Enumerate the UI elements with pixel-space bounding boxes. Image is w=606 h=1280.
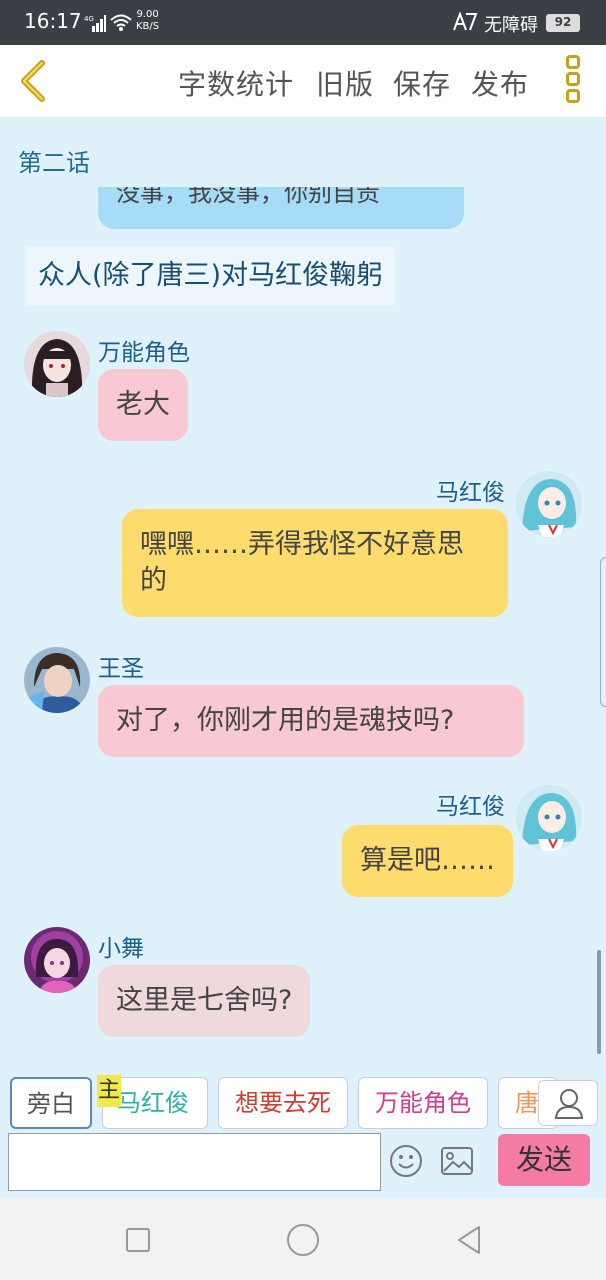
message-bubble[interactable]: 算是吧…… (342, 825, 513, 897)
avatar[interactable] (516, 471, 582, 537)
word-count-button[interactable]: 字数统计 (178, 63, 294, 103)
chevron-left-icon (21, 60, 45, 102)
image-icon[interactable] (440, 1145, 474, 1177)
recent-apps-icon[interactable] (126, 1228, 150, 1252)
message-bubble[interactable]: 老大 (98, 369, 188, 441)
speaker-name: 小舞 (98, 936, 144, 962)
wifi-icon (110, 14, 132, 37)
chip-label: 想要去死 (235, 1089, 331, 1117)
message-bubble[interactable]: 嘿嘿……弄得我怪不好意思的 (122, 509, 508, 617)
avatar-image (516, 471, 582, 537)
person-icon (554, 1089, 584, 1119)
character-chip-narration[interactable]: 旁白 (10, 1077, 92, 1129)
speaker-name: 马红俊 (436, 794, 505, 820)
chip-label: 万能角色 (375, 1089, 471, 1117)
manage-characters-button[interactable] (538, 1080, 598, 1126)
speed-unit: KB/S (136, 21, 160, 32)
back-button[interactable] (14, 57, 54, 105)
network-type-label: 4G (84, 15, 94, 23)
character-selector-bar: 旁白 马红俊 想要去死 万能角色 唐 (0, 1057, 606, 1133)
message-text: 没事，我没事，你别自责 (116, 187, 380, 207)
speaker-name: 王圣 (98, 656, 144, 682)
message-bubble[interactable]: 对了，你刚才用的是魂技吗? (98, 685, 524, 757)
avatar[interactable] (24, 647, 90, 713)
avatar-image (24, 647, 90, 713)
send-button[interactable]: 发送 (498, 1134, 590, 1186)
chat-scrollbar[interactable] (597, 950, 601, 1054)
chapter-title: 第二话 (18, 149, 90, 177)
back-triangle-icon[interactable] (455, 1224, 483, 1256)
save-button[interactable]: 保存 (393, 63, 451, 103)
more-dot-icon (566, 89, 580, 103)
status-bar: 16:17 4G 9.00 KB/S 无障碍 92 (0, 0, 606, 45)
avatar-image (24, 331, 90, 397)
character-chip-wanneng[interactable]: 万能角色 (358, 1077, 488, 1129)
message-bubble-partial[interactable]: 没事，我没事，你别自责 (98, 187, 464, 229)
network-speed: 9.00 KB/S (136, 9, 159, 33)
avatar[interactable] (24, 927, 90, 993)
top-toolbar: 字数统计 旧版 保存 发布 (0, 45, 606, 117)
status-time: 16:17 (24, 9, 82, 33)
more-dot-icon (566, 55, 580, 69)
character-chip-xiangyaoqusi[interactable]: 想要去死 (218, 1077, 348, 1129)
avatar[interactable] (516, 785, 582, 851)
signal-icon: 4G (84, 15, 106, 32)
more-dot-icon (566, 72, 580, 86)
publish-button[interactable]: 发布 (471, 63, 529, 103)
old-version-button[interactable]: 旧版 (316, 63, 374, 103)
avatar[interactable] (24, 331, 90, 397)
speaker-name: 马红俊 (436, 480, 505, 506)
message-input[interactable] (8, 1133, 381, 1191)
avatar-image (516, 785, 582, 851)
battery-icon: 92 (546, 14, 580, 32)
speaker-name: 万能角色 (98, 340, 190, 366)
chip-label: 旁白 (27, 1090, 75, 1118)
composer: 发送 (0, 1133, 606, 1198)
system-nav-bar (0, 1198, 606, 1280)
narration-line[interactable]: 众人(除了唐三)对马红俊鞠躬 (26, 247, 396, 305)
chat-area[interactable]: 第二话 没事，我没事，你别自责 众人(除了唐三)对马红俊鞠躬 万能角色 老大 马… (0, 117, 606, 1057)
side-edge-handle[interactable] (600, 557, 606, 707)
message-bubble[interactable]: 这里是七舍吗? (98, 965, 311, 1037)
main-character-badge: 主 (97, 1075, 121, 1107)
accessibility-label: 无障碍 (484, 15, 538, 36)
more-menu-button[interactable] (560, 55, 586, 109)
emoji-icon[interactable] (388, 1143, 424, 1179)
avatar-image (24, 927, 90, 993)
home-icon[interactable] (287, 1224, 319, 1256)
accessibility-icon (452, 11, 478, 37)
chip-label: 马红俊 (117, 1089, 189, 1117)
speed-value: 9.00 (136, 9, 159, 20)
chip-label: 唐 (515, 1089, 539, 1117)
